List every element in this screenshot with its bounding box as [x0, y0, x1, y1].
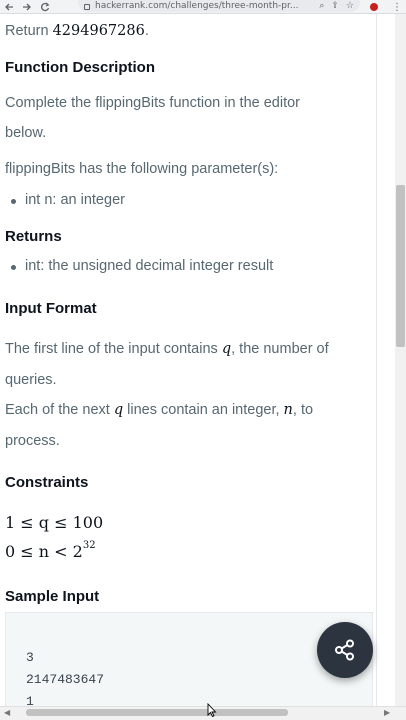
scroll-right-arrow-icon[interactable]: ▶ — [384, 708, 390, 717]
address-bar[interactable]: hackerrank.com/challenges/three-month-pr… — [78, 0, 360, 12]
search-icon[interactable]: ⌕ — [319, 0, 324, 11]
input-line3-pre: Each of the next — [5, 402, 114, 418]
input-format-heading: Input Format — [5, 300, 97, 317]
url-text: hackerrank.com/challenges/three-month-pr… — [95, 1, 299, 11]
input-line3-post: , to — [292, 402, 314, 418]
lock-icon — [84, 4, 90, 10]
var-q: q — [221, 341, 232, 357]
extension-icon[interactable] — [370, 3, 378, 11]
description-line-1: Complete the flippingBits function in th… — [5, 95, 301, 111]
input-format-line-1: The first line of the input contains q, … — [5, 341, 329, 357]
input-format-line-4: process. — [5, 433, 60, 449]
sample-input-codeblock: 3 2147483647 1 — [5, 612, 373, 712]
return-suffix: . — [144, 23, 149, 39]
input-format-line-2: queries. — [5, 372, 57, 388]
returns-item: int: the unsigned decimal integer result — [10, 258, 274, 274]
horizontal-scrollbar-thumb[interactable] — [26, 709, 288, 716]
return-example: Return 4294967286. — [5, 23, 149, 39]
var-q: q — [113, 402, 124, 418]
mouse-cursor-icon — [207, 703, 217, 717]
input-line3-mid: lines contain an integer, — [123, 402, 284, 418]
constraint-2: 0 ≤ n < 232 — [5, 539, 96, 561]
input-format-line-3: Each of the next q lines contain an inte… — [5, 402, 313, 418]
constraint-2-base: 0 ≤ n < 2 — [5, 542, 83, 561]
arrow-left-icon[interactable] — [0, 0, 18, 14]
return-value: 4294967286 — [52, 23, 145, 39]
arrow-right-icon[interactable] — [18, 0, 36, 14]
constraint-2-exponent: 32 — [82, 539, 96, 551]
star-icon[interactable]: ☆ — [346, 0, 354, 11]
description-line-2: below. — [5, 125, 47, 141]
return-prefix: Return — [5, 23, 53, 39]
sample-input-line: 2147483647 — [26, 672, 105, 687]
reload-icon[interactable] — [36, 0, 54, 14]
menu-icon[interactable]: ⋮ — [388, 0, 406, 14]
vertical-scrollbar-thumb[interactable] — [396, 185, 405, 347]
browser-toolbar: hackerrank.com/challenges/three-month-pr… — [0, 0, 406, 14]
scroll-left-arrow-icon[interactable]: ◀ — [4, 708, 10, 717]
returns-heading: Returns — [5, 228, 62, 245]
vertical-scrollbar[interactable] — [395, 14, 406, 706]
var-n: n — [283, 402, 293, 418]
input-line1-post: , the number of — [231, 341, 329, 357]
sample-input-line: 3 — [26, 650, 34, 665]
constraint-1: 1 ≤ q ≤ 100 — [5, 513, 104, 532]
parameters-intro: flippingBits has the following parameter… — [5, 161, 279, 177]
constraints-heading: Constraints — [5, 474, 89, 491]
sample-input-heading: Sample Input — [5, 588, 100, 605]
share-icon — [335, 639, 354, 661]
share-button[interactable] — [317, 622, 373, 678]
problem-statement: Return 4294967286. Function Description … — [0, 14, 376, 706]
input-line1-pre: The first line of the input contains — [5, 341, 222, 357]
function-description-heading: Function Description — [5, 59, 155, 76]
share-page-icon[interactable]: ⇪ — [331, 0, 339, 11]
parameter-item: int n: an integer — [11, 192, 125, 208]
